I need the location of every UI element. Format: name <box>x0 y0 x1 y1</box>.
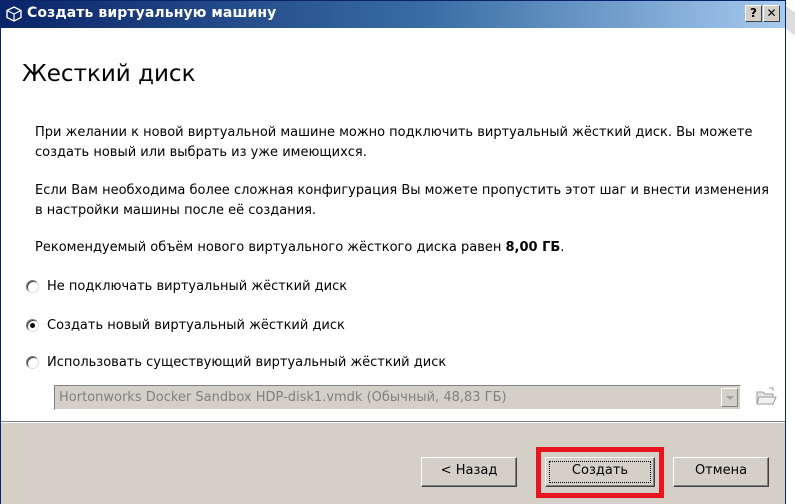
radio-label: Использовать существующий виртуальный жё… <box>47 354 447 370</box>
back-button[interactable]: < Назад <box>421 457 517 487</box>
recommended-suffix: . <box>560 240 565 255</box>
radio-no-disk[interactable]: Не подключать виртуальный жёсткий диск <box>26 276 347 296</box>
radio-button[interactable] <box>26 355 39 369</box>
cancel-button[interactable]: Отмена <box>673 457 769 487</box>
radio-button-selected[interactable] <box>26 318 39 332</box>
wizard-page: Жесткий диск При желании к новой виртуал… <box>1 28 785 421</box>
existing-disk-select[interactable]: Hortonworks Docker Sandbox HDP-disk1.vmd… <box>54 385 741 410</box>
folder-open-icon[interactable] <box>753 384 779 410</box>
radio-use-existing-disk[interactable]: Использовать существующий виртуальный жё… <box>26 352 446 372</box>
recommended-size-text: Рекомендуемый объём нового виртуального … <box>35 238 564 258</box>
create-button[interactable]: Создать <box>545 457 655 487</box>
chevron-down-icon[interactable] <box>721 388 738 407</box>
button-bar: < Назад Создать Отмена <box>1 423 785 504</box>
advanced-config-text: Если Вам необходима более сложная конфиг… <box>35 183 769 218</box>
help-button[interactable]: ? <box>745 5 762 22</box>
radio-create-new-disk[interactable]: Создать новый виртуальный жёсткий диск <box>26 315 345 335</box>
virtualbox-cube-icon <box>6 6 22 22</box>
create-vm-dialog: Создать виртуальную машину ? ✕ Жесткий д… <box>0 0 786 504</box>
recommended-prefix: Рекомендуемый объём нового виртуального … <box>35 240 506 255</box>
page-title: Жесткий диск <box>22 61 196 87</box>
close-button[interactable]: ✕ <box>763 5 780 22</box>
title-bar[interactable]: Создать виртуальную машину ? ✕ <box>1 1 785 28</box>
existing-disk-value: Hortonworks Docker Sandbox HDP-disk1.vmd… <box>59 390 507 405</box>
window-title: Создать виртуальную машину <box>27 5 277 21</box>
recommended-size-value: 8,00 ГБ <box>505 240 561 255</box>
description-text: При желании к новой виртуальной машине м… <box>35 125 753 160</box>
radio-label: Создать новый виртуальный жёсткий диск <box>47 317 345 333</box>
radio-label: Не подключать виртуальный жёсткий диск <box>47 278 348 294</box>
radio-button[interactable] <box>26 279 39 293</box>
